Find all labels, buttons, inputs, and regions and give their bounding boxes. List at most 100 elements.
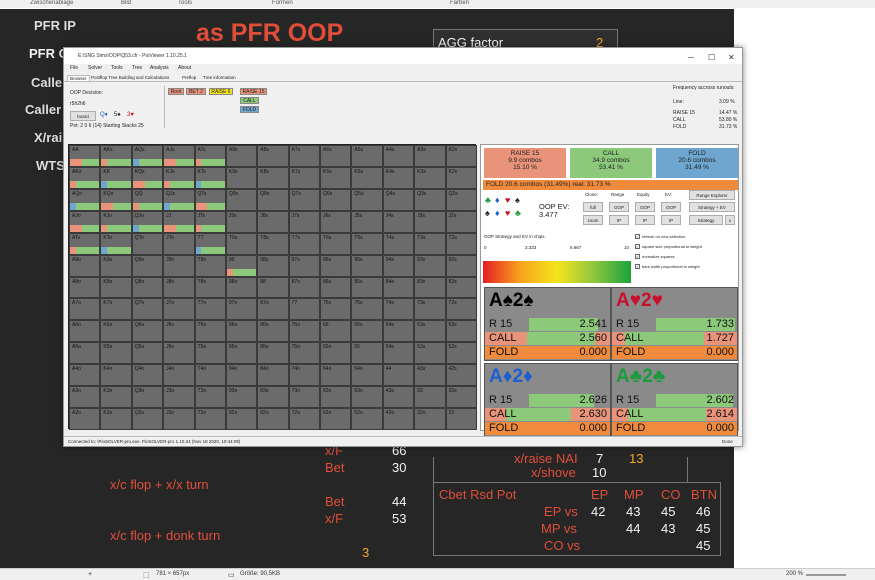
hand-cell[interactable]: J3s <box>414 210 446 233</box>
normalize-checkbox[interactable]: ✓ normalize squares <box>635 254 675 260</box>
hand-cell[interactable]: K9s <box>225 166 258 189</box>
hand-cell[interactable]: A5s <box>351 145 383 167</box>
hand-cell[interactable]: 53o <box>351 386 383 409</box>
zoom-slider[interactable] <box>806 574 846 576</box>
hand-cell[interactable]: K6o <box>100 320 132 343</box>
hand-cell[interactable]: AA <box>69 145 101 167</box>
pioviewer-window[interactable]: E:\SNG Sims\OOP\Q53.cfr - PioViewer 1.10… <box>63 47 743 447</box>
hand-cell[interactable]: 84o <box>257 364 289 387</box>
hand-cell[interactable]: 66 <box>320 320 352 343</box>
hand-cell[interactable]: Q6s <box>320 188 352 211</box>
hand-cell[interactable]: 93o <box>225 386 258 409</box>
hand-cell[interactable]: QJo <box>131 210 164 233</box>
hand-cell[interactable]: 62o <box>320 408 352 430</box>
spade-suit-icon[interactable]: ♠ <box>515 195 520 205</box>
hand-cell[interactable]: 52o <box>351 408 383 430</box>
hand-cell[interactable]: Q8s <box>257 188 289 211</box>
equity-ip-button[interactable]: IP <box>635 215 655 225</box>
hand-cell[interactable]: T4s <box>382 232 415 255</box>
hand-cell[interactable]: Q2s <box>445 188 477 211</box>
hand-cell[interactable]: K3s <box>414 166 446 189</box>
hand-cell[interactable]: 77 <box>288 298 321 321</box>
hand-cell[interactable]: A3o <box>69 386 101 409</box>
hand-cell[interactable]: AJo <box>69 210 101 233</box>
hand-cell[interactable]: T5o <box>194 342 226 365</box>
zoom-button[interactable]: zoom <box>583 215 603 225</box>
range-explorer-button[interactable]: Range Explorer <box>689 190 735 200</box>
hand-cell[interactable]: 88 <box>257 276 289 299</box>
hand-cell[interactable]: 98o <box>225 276 258 299</box>
hand-cell[interactable]: 85s <box>351 276 383 299</box>
hand-cell[interactable]: 32s <box>445 386 477 409</box>
action-call-box[interactable]: CALL 34.9 combos 53.41 % <box>570 148 652 178</box>
node-bet[interactable]: BET 2 <box>186 88 206 95</box>
hand-cell[interactable]: J6s <box>320 210 352 233</box>
hand-cell[interactable]: J3o <box>163 386 195 409</box>
hand-cell[interactable]: 22 <box>445 408 477 430</box>
combo-box[interactable]: A♠2♠ R 15 2.541 CALL 2.560 FOLD 0.000 <box>484 287 611 361</box>
hand-cell[interactable]: KTo <box>100 232 132 255</box>
hand-cell[interactable]: 64s <box>382 320 415 343</box>
spade-suit-icon[interactable]: ♠ <box>485 208 490 218</box>
hand-cell[interactable]: 85o <box>257 342 289 365</box>
hand-cell[interactable]: 84s <box>382 276 415 299</box>
hand-cell[interactable]: 99 <box>225 254 258 277</box>
hand-cell[interactable]: J2o <box>163 408 195 430</box>
hand-cell[interactable]: A4s <box>382 145 415 167</box>
hand-cell[interactable]: T7s <box>288 232 321 255</box>
hand-cell[interactable]: J5s <box>351 210 383 233</box>
hand-cell[interactable]: T8o <box>194 276 226 299</box>
hand-cell[interactable]: T5s <box>351 232 383 255</box>
tab-tree-info[interactable]: Tree information <box>201 75 238 80</box>
hand-cell[interactable]: T9o <box>194 254 226 277</box>
menu-about[interactable]: About <box>178 65 191 71</box>
hand-cell[interactable]: AQo <box>69 188 101 211</box>
hand-cell[interactable]: J8s <box>257 210 289 233</box>
hand-cell[interactable]: K5o <box>100 342 132 365</box>
hand-cell[interactable]: QTs <box>194 188 226 211</box>
hand-cell[interactable]: 32o <box>414 408 446 430</box>
hand-cell[interactable]: 44 <box>382 364 415 387</box>
hand-cell[interactable]: KK <box>100 166 132 189</box>
hand-cell[interactable]: QQ <box>131 188 164 211</box>
hand-cell[interactable]: A2o <box>69 408 101 430</box>
hand-cell[interactable]: Q9o <box>131 254 164 277</box>
tab-postflop[interactable]: Postflop Tree Building and Calculations <box>89 75 171 80</box>
hand-cell[interactable]: Q6o <box>131 320 164 343</box>
hand-cell[interactable]: 72o <box>288 408 321 430</box>
hand-cell[interactable]: A2s <box>445 145 477 167</box>
hand-cell[interactable]: Q8o <box>131 276 164 299</box>
combo-box[interactable]: A♥2♥ R 15 1.733 CALL 1.727 FOLD 0.000 <box>611 287 738 361</box>
hand-cell[interactable]: J2s <box>445 210 477 233</box>
hand-cell[interactable]: K2o <box>100 408 132 430</box>
hand-cell[interactable]: A3s <box>414 145 446 167</box>
window-titlebar[interactable]: E:\SNG Sims\OOP\Q53.cfr - PioViewer 1.10… <box>64 48 742 64</box>
close-icon[interactable]: ✕ <box>728 53 735 62</box>
hand-cell[interactable]: KJo <box>100 210 132 233</box>
hand-cell[interactable]: A6s <box>320 145 352 167</box>
refresh-checkbox[interactable]: ✓ refresh on new selection <box>635 234 685 240</box>
hand-cell[interactable]: K7s <box>288 166 321 189</box>
hand-cell[interactable]: KQs <box>131 166 164 189</box>
hand-cell[interactable]: AJs <box>163 145 195 167</box>
hand-cell[interactable]: K8o <box>100 276 132 299</box>
combo-box[interactable]: A♦2♦ R 15 2.626 CALL 2.630 FOLD 0.000 <box>484 363 611 437</box>
hand-cell[interactable]: 52s <box>445 342 477 365</box>
hand-cell[interactable]: Q5o <box>131 342 164 365</box>
action-fold-box[interactable]: FOLD 20.6 combos 31.49 % <box>656 148 738 178</box>
hand-cell[interactable]: K4o <box>100 364 132 387</box>
hand-cell[interactable]: KTs <box>194 166 226 189</box>
hand-cell[interactable]: K7o <box>100 298 132 321</box>
hand-cell[interactable]: A8o <box>69 276 101 299</box>
hand-cell[interactable]: A9s <box>225 145 258 167</box>
hand-cell[interactable]: J4o <box>163 364 195 387</box>
hand-cell[interactable]: JJ <box>163 210 195 233</box>
hand-cell[interactable]: TT <box>194 232 226 255</box>
hand-cell[interactable]: 64o <box>320 364 352 387</box>
hand-cell[interactable]: 82s <box>445 276 477 299</box>
hand-cell[interactable]: Q3s <box>414 188 446 211</box>
hand-cell[interactable]: A6o <box>69 320 101 343</box>
hand-cell[interactable]: J9s <box>225 210 258 233</box>
hand-cell[interactable]: 87o <box>257 298 289 321</box>
strategy-close-button[interactable]: x <box>725 215 735 225</box>
